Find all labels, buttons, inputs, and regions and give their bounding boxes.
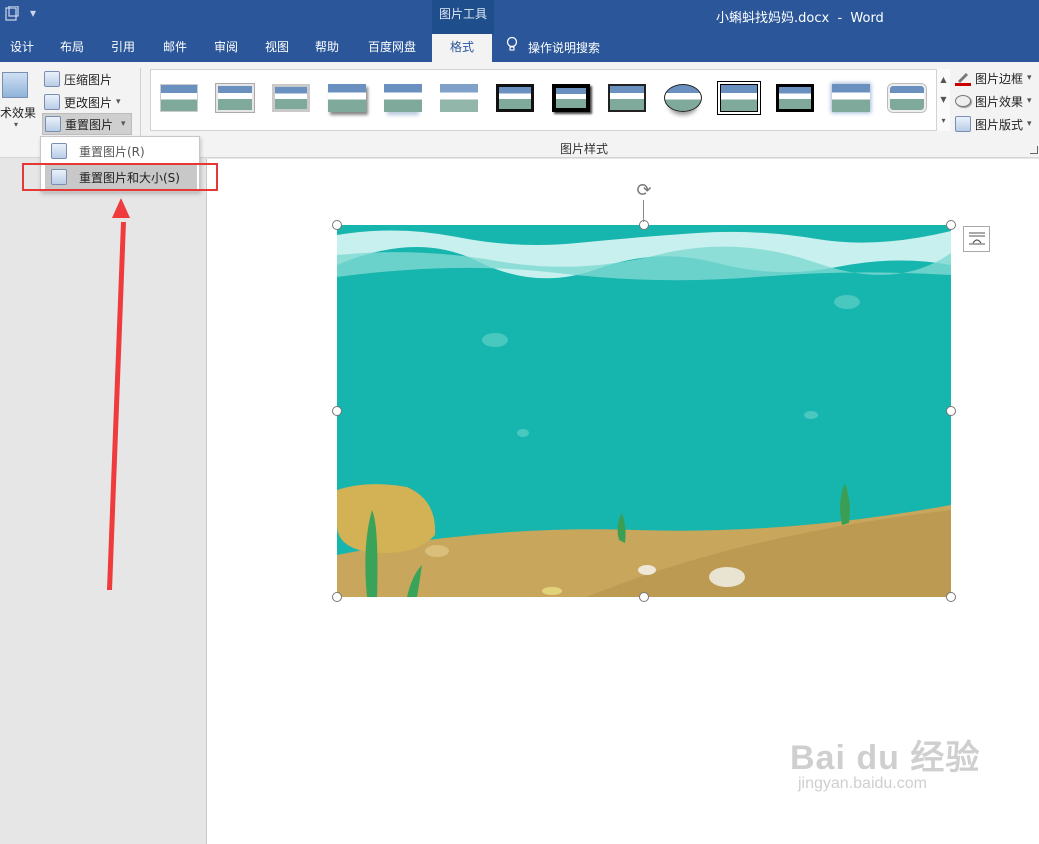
layout-options-icon <box>968 232 985 245</box>
resize-handle-top[interactable] <box>639 220 649 230</box>
style-simple-frame[interactable] <box>157 80 201 116</box>
tab-review[interactable]: 审阅 <box>206 34 246 62</box>
style-metal-frame[interactable] <box>269 80 313 116</box>
change-picture-icon <box>44 94 60 110</box>
style-oval[interactable] <box>661 80 705 116</box>
pen-border-icon <box>955 70 971 86</box>
change-picture-label: 更改图片 <box>64 95 113 110</box>
style-glow[interactable] <box>829 80 873 116</box>
artistic-effects-label: 术效果 <box>0 106 37 120</box>
compress-label: 压缩图片 <box>64 72 113 87</box>
left-pane <box>0 159 207 844</box>
underwater-scene-graphic <box>337 225 951 597</box>
tab-design[interactable]: 设计 <box>2 34 42 62</box>
scroll-down-icon[interactable]: ▼ <box>940 95 946 104</box>
tab-baidu-netdisk[interactable]: 百度网盘 <box>362 34 422 62</box>
layout-options-button[interactable] <box>963 226 990 252</box>
style-beveled-matte[interactable] <box>213 80 257 116</box>
rotation-stem <box>643 200 644 222</box>
change-picture-button[interactable]: 更改图片 ▾ <box>44 91 121 113</box>
resize-handle-bottom[interactable] <box>639 592 649 602</box>
picture-border-button[interactable]: 图片边框 ▾ <box>955 67 1032 89</box>
compress-pictures-button[interactable]: 压缩图片 <box>44 68 112 90</box>
style-black-shadow[interactable] <box>549 80 593 116</box>
menu-item-label: 重置图片(R) <box>79 144 145 159</box>
picture-border-label: 图片边框 <box>975 71 1024 86</box>
compress-icon <box>44 71 60 87</box>
reset-picture-button[interactable]: 重置图片 ▾ <box>42 113 132 135</box>
picture-tools-context-label: 图片工具 <box>432 0 494 34</box>
underwater-picture[interactable] <box>337 225 951 597</box>
dialog-launcher-icon[interactable] <box>1030 146 1038 154</box>
tell-me-label: 操作说明搜索 <box>528 41 601 55</box>
chevron-down-icon: ▾ <box>116 97 121 107</box>
document-icon[interactable] <box>4 5 20 25</box>
tab-view[interactable]: 视图 <box>257 34 297 62</box>
chevron-down-icon: ▾ <box>1027 73 1032 83</box>
quick-access-toolbar: ▾ <box>4 5 36 25</box>
scroll-up-icon[interactable]: ▲ <box>940 75 946 84</box>
gallery-more-icon[interactable]: ▾ <box>941 116 945 125</box>
picture-layout-button[interactable]: 图片版式 ▾ <box>955 113 1032 135</box>
style-soft-edge[interactable] <box>437 80 481 116</box>
document-title: 小蝌蚪找妈妈.docx - Word <box>716 11 884 26</box>
reset-picture-icon <box>51 143 67 159</box>
tab-format[interactable]: 格式 <box>432 34 492 62</box>
picture-effects-icon <box>955 95 971 107</box>
reset-picture-icon <box>45 116 61 132</box>
resize-handle-bottom-right[interactable] <box>946 592 956 602</box>
artistic-effects-dropdown: ▾ <box>14 120 19 129</box>
rotate-icon[interactable]: ⟳ <box>633 180 655 202</box>
customize-qat-button[interactable]: ▾ <box>30 6 36 25</box>
tab-help[interactable]: 帮助 <box>307 34 347 62</box>
chevron-down-icon: ▾ <box>1027 119 1032 129</box>
resize-handle-top-left[interactable] <box>332 220 342 230</box>
artistic-effects-button[interactable]: 术效果 ▾ <box>0 70 42 132</box>
chevron-down-icon: ▾ <box>121 119 126 129</box>
picture-styles-gallery[interactable] <box>150 69 950 131</box>
baidu-watermark: Bai du 经验 jingyan.baidu.com <box>790 730 980 793</box>
resize-handle-left[interactable] <box>332 406 342 416</box>
watermark-main: Bai du 经验 <box>790 739 981 777</box>
resize-handle-right[interactable] <box>946 406 956 416</box>
ribbon-tabs: 设计 布局 引用 邮件 审阅 视图 帮助 百度网盘 格式 操作说明搜索 <box>0 34 1039 62</box>
style-reflected[interactable] <box>381 80 425 116</box>
style-thick-black[interactable] <box>493 80 537 116</box>
style-double-black[interactable] <box>717 80 761 116</box>
resize-handle-top-right[interactable] <box>946 220 956 230</box>
picture-layout-icon <box>955 116 971 132</box>
chevron-down-icon: ▾ <box>1027 96 1032 106</box>
highlight-box <box>22 163 218 191</box>
style-thin-black[interactable] <box>605 80 649 116</box>
menu-item-reset-picture[interactable]: 重置图片(R) <box>45 139 197 163</box>
tab-mailings[interactable]: 邮件 <box>155 34 195 62</box>
lightbulb-icon <box>506 35 518 61</box>
tell-me-search[interactable]: 操作说明搜索 <box>506 34 600 62</box>
picture-effects-label: 图片效果 <box>975 94 1024 109</box>
title-bar: ▾ 图片工具 小蝌蚪找妈妈.docx - Word <box>0 0 1039 34</box>
picture-layout-label: 图片版式 <box>975 117 1024 132</box>
tab-layout[interactable]: 布局 <box>52 34 92 62</box>
style-drop-shadow[interactable] <box>325 80 369 116</box>
style-bold-black[interactable] <box>773 80 817 116</box>
gallery-scrollbar[interactable]: ▲ ▼ ▾ <box>936 69 950 131</box>
artistic-effects-icon <box>2 72 28 98</box>
picture-effects-button[interactable]: 图片效果 ▾ <box>955 90 1032 112</box>
resize-handle-bottom-left[interactable] <box>332 592 342 602</box>
style-rounded-white[interactable] <box>885 80 929 116</box>
reset-picture-label: 重置图片 <box>65 117 114 132</box>
tab-references[interactable]: 引用 <box>103 34 143 62</box>
picture-styles-group-label: 图片样式 <box>560 142 609 156</box>
